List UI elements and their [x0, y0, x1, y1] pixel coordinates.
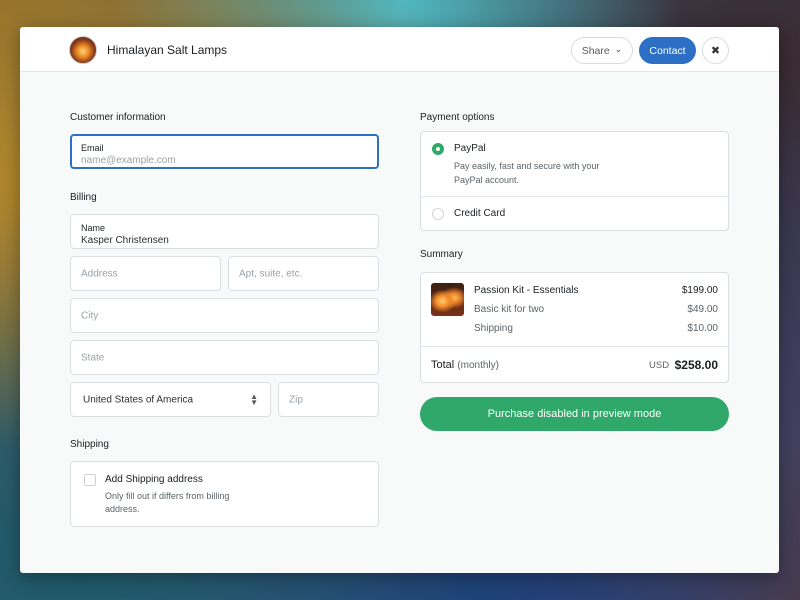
total-label: Total (monthly): [431, 359, 499, 371]
paypal-radio[interactable]: [432, 143, 444, 155]
product-thumbnail: [431, 283, 464, 316]
line-price: $10.00: [687, 323, 718, 334]
total-text: Total: [431, 359, 455, 371]
address-field[interactable]: Address: [70, 256, 221, 291]
email-field[interactable]: Email name@example.com: [70, 134, 379, 169]
purchase-button[interactable]: Purchase disabled in preview mode: [420, 397, 729, 431]
close-icon[interactable]: ✖: [702, 37, 729, 64]
summary-title: Summary: [420, 249, 463, 260]
top-bar: Himalayan Salt Lamps Share ⌄ Contact ✖: [20, 27, 779, 72]
chevron-down-icon: ⌄: [614, 44, 623, 54]
payment-option-credit-card[interactable]: Credit Card: [421, 197, 728, 230]
name-value: Kasper Christensen: [81, 235, 169, 246]
name-label: Name: [81, 223, 106, 233]
shipping-option[interactable]: Add Shipping address Only fill out if di…: [70, 461, 379, 527]
zip-field[interactable]: Zip: [278, 382, 379, 417]
address-placeholder: Address: [81, 268, 118, 279]
shipping-checkbox-label: Add Shipping address: [105, 474, 203, 485]
line-label: Shipping: [474, 323, 513, 334]
state-field[interactable]: State: [70, 340, 379, 375]
customer-info-title: Customer information: [70, 112, 166, 123]
email-label: Email: [81, 143, 104, 153]
payment-options: PayPal Pay easily, fast and secure with …: [420, 131, 729, 231]
shipping-checkbox[interactable]: [84, 474, 96, 486]
shipping-title: Shipping: [70, 439, 109, 450]
apt-placeholder: Apt, suite, etc.: [239, 268, 303, 279]
total-period: (monthly): [457, 360, 499, 371]
city-field[interactable]: City: [70, 298, 379, 333]
paypal-desc: Pay easily, fast and secure with your Pa…: [454, 161, 600, 185]
order-summary: Passion Kit - Essentials $199.00 Basic k…: [420, 272, 729, 383]
line-price: $49.00: [687, 304, 718, 315]
state-placeholder: State: [81, 352, 105, 363]
contact-button[interactable]: Contact: [639, 37, 696, 64]
total-amount: $258.00: [674, 358, 718, 372]
item-name: Passion Kit - Essentials: [474, 285, 579, 296]
store-logo-icon: [69, 36, 97, 64]
city-placeholder: City: [81, 310, 99, 321]
country-value: United States of America: [83, 394, 194, 405]
credit-card-radio[interactable]: [432, 208, 444, 220]
payment-option-paypal[interactable]: PayPal Pay easily, fast and secure with …: [421, 132, 728, 196]
email-placeholder: name@example.com: [81, 155, 176, 166]
store-name: Himalayan Salt Lamps: [107, 43, 228, 57]
paypal-label: PayPal: [454, 143, 486, 154]
name-field[interactable]: Name Kasper Christensen: [70, 214, 379, 249]
country-select[interactable]: United States of America ▲ ▼: [70, 382, 271, 417]
credit-card-label: Credit Card: [454, 208, 506, 219]
share-label: Share: [581, 44, 610, 57]
shipping-checkbox-desc: Only fill out if differs from billing ad…: [105, 491, 230, 514]
apt-field[interactable]: Apt, suite, etc.: [228, 256, 379, 291]
select-arrows-icon: ▲ ▼: [250, 391, 258, 407]
checkout-window: Himalayan Salt Lamps Share ⌄ Contact ✖ C…: [20, 27, 779, 573]
item-price: $199.00: [681, 285, 718, 296]
divider: [421, 346, 728, 347]
billing-title: Billing: [70, 192, 97, 203]
share-button[interactable]: Share ⌄: [571, 37, 633, 64]
zip-placeholder: Zip: [289, 394, 303, 405]
payment-options-title: Payment options: [420, 112, 495, 123]
line-label: Basic kit for two: [474, 304, 545, 315]
total-currency: USD: [649, 360, 670, 371]
